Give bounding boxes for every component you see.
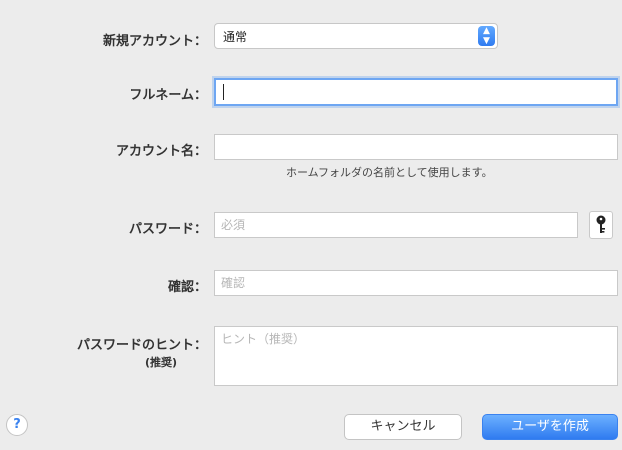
verify-field[interactable]: 確認 [214, 270, 618, 296]
password-hint-field[interactable]: ヒント（推奨） [214, 326, 618, 386]
password-placeholder: 必須 [221, 218, 246, 232]
cancel-button[interactable]: キャンセル [344, 414, 462, 440]
up-down-chevron-icon: ▲ ▼ [478, 26, 495, 46]
text-caret [223, 84, 224, 100]
account-name-field[interactable] [214, 134, 618, 160]
create-user-button[interactable]: ユーザを作成 [482, 414, 618, 440]
account-type-label: 新規アカウント： [102, 34, 207, 49]
password-hint-label: パスワードのヒント： [76, 338, 207, 353]
help-button[interactable]: ? [6, 414, 28, 436]
full-name-label: フルネーム： [129, 88, 207, 103]
password-hint-sublabel: (推奨) [144, 356, 177, 369]
account-type-popup[interactable]: 通常 ▲ ▼ [214, 23, 498, 49]
account-type-value: 通常 [223, 30, 248, 44]
full-name-field[interactable] [214, 78, 618, 106]
account-name-label: アカウント名： [115, 144, 207, 159]
key-icon [596, 215, 606, 233]
verify-label: 確認： [167, 280, 207, 295]
verify-placeholder: 確認 [221, 276, 246, 290]
password-assistant-button[interactable] [589, 211, 613, 239]
password-field[interactable]: 必須 [214, 212, 578, 238]
password-label: パスワード： [128, 222, 207, 237]
password-hint-placeholder: ヒント（推奨） [221, 332, 306, 346]
account-name-helper: ホームフォルダの名前として使用します。 [286, 166, 493, 179]
